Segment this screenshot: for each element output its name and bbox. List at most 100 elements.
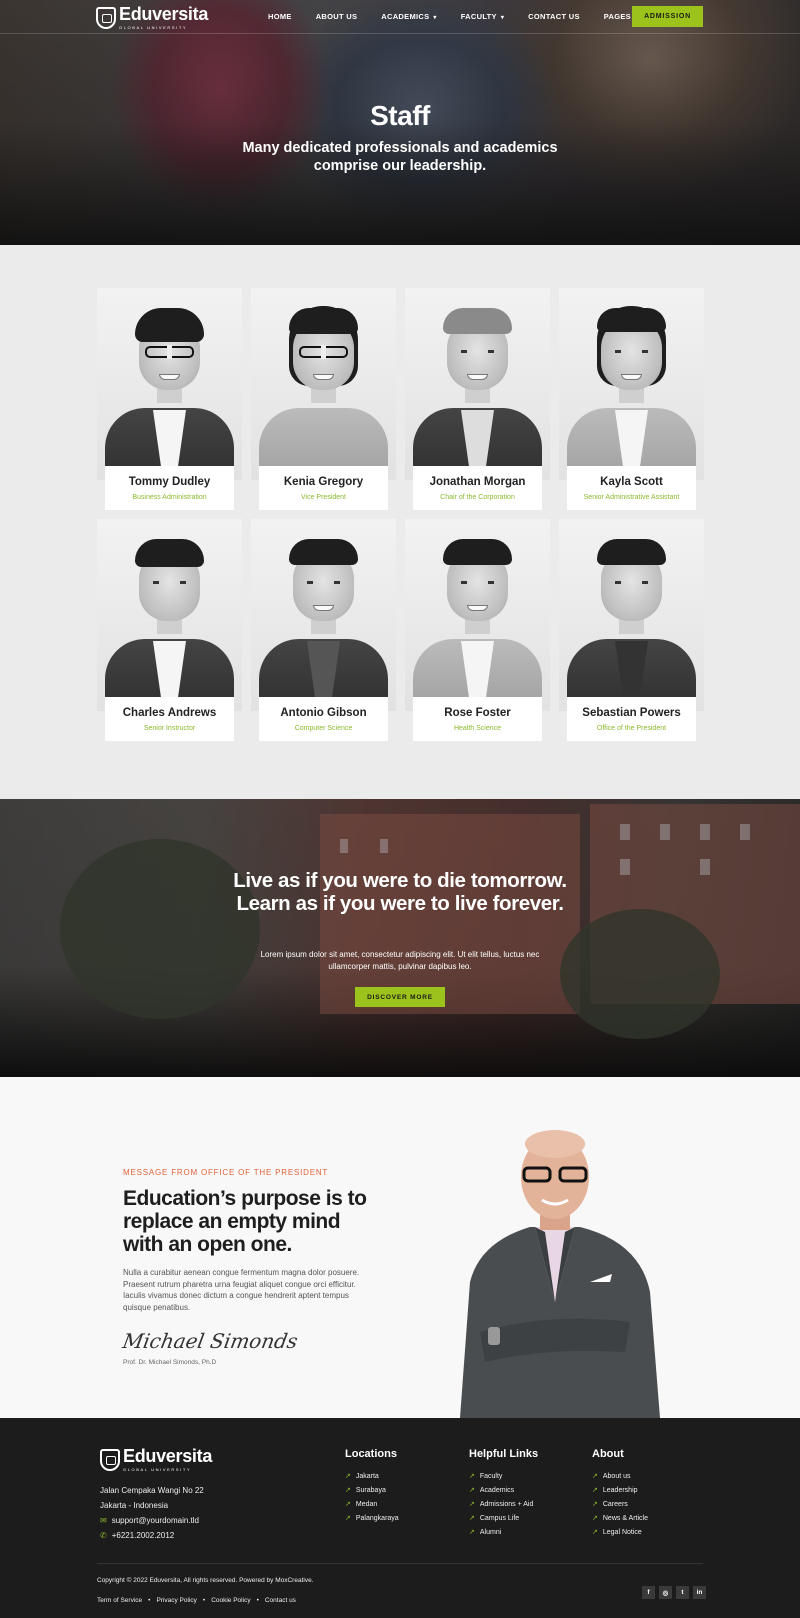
president-section: MESSAGE FROM OFFICE OF THE PRESIDENT Edu… bbox=[0, 1077, 800, 1418]
separator: • bbox=[202, 1597, 206, 1604]
twitter-icon[interactable]: t bbox=[676, 1586, 689, 1599]
instagram-icon[interactable]: ◎ bbox=[659, 1586, 672, 1599]
quote-section: Live as if you were to die tomorrow. Lea… bbox=[0, 799, 800, 1077]
nav-faculty[interactable]: FACULTY ▾ bbox=[461, 12, 504, 21]
footer-heading: Locations bbox=[345, 1448, 397, 1460]
linkedin-icon[interactable]: in bbox=[693, 1586, 706, 1599]
email-row[interactable]: ✉ support@yourdomain.tld bbox=[100, 1513, 204, 1528]
footer-link[interactable]: Campus Life bbox=[469, 1512, 538, 1526]
chevron-down-icon: ▾ bbox=[433, 15, 437, 21]
staff-card[interactable]: Jonathan Morgan Chair of the Corporation bbox=[405, 288, 550, 510]
staff-card[interactable]: Kayla Scott Senior Administrative Assista… bbox=[559, 288, 704, 510]
staff-name: Sebastian Powers bbox=[582, 707, 681, 719]
nav-academics[interactable]: ACADEMICS ▾ bbox=[381, 12, 436, 21]
president-title: Education’s purpose is to replace an emp… bbox=[123, 1187, 367, 1256]
copyright: Copyright © 2022 Eduversita, All rights … bbox=[97, 1577, 314, 1584]
logo-name: Eduversita bbox=[123, 1446, 213, 1466]
admission-button[interactable]: ADMISSION bbox=[632, 6, 703, 27]
staff-photo bbox=[405, 288, 550, 480]
staff-label: Rose Foster Health Science bbox=[413, 697, 542, 741]
president-name: Prof. Dr. Michael Simonds, Ph.D bbox=[123, 1359, 217, 1366]
staff-photo bbox=[405, 519, 550, 711]
staff-label: Charles Andrews Senior Instructor bbox=[105, 697, 234, 741]
shield-logo-icon bbox=[96, 7, 116, 29]
chevron-down-icon: ▾ bbox=[500, 15, 505, 21]
staff-label: Sebastian Powers Office of the President bbox=[567, 697, 696, 741]
footer-link[interactable]: Medan bbox=[345, 1498, 399, 1512]
staff-card[interactable]: Antonio Gibson Computer Science bbox=[251, 519, 396, 741]
separator: • bbox=[256, 1597, 259, 1604]
phone-icon: ✆ bbox=[100, 1531, 107, 1540]
staff-role: Office of the President bbox=[596, 725, 667, 732]
footer-link[interactable]: News & Article bbox=[592, 1512, 648, 1526]
nav-faculty-label: FACULTY bbox=[460, 12, 497, 21]
staff-section: Tommy Dudley Business Administration Keni… bbox=[0, 245, 800, 799]
main-menu: HOME ABOUT US ACADEMICS ▾ FACULTY ▾ CONTAC… bbox=[268, 12, 662, 21]
facebook-icon[interactable]: f bbox=[642, 1586, 655, 1599]
phone-row[interactable]: ✆ +6221.2002.2012 bbox=[100, 1528, 204, 1543]
site-logo[interactable]: Eduversita GLOBAL UNIVERSITY bbox=[96, 4, 209, 30]
tree bbox=[60, 839, 260, 1019]
footer-phone: +6221.2002.2012 bbox=[111, 1531, 175, 1540]
quote-title: Live as if you were to die tomorrow. Lea… bbox=[233, 869, 567, 915]
staff-name: Tommy Dudley bbox=[128, 476, 211, 488]
logo-name: Eduversita bbox=[119, 4, 209, 24]
staff-name: Antonio Gibson bbox=[280, 707, 367, 719]
legal-link[interactable]: Term of Service bbox=[97, 1597, 142, 1604]
nav-contact-us[interactable]: CONTACT US bbox=[528, 12, 580, 21]
footer-link[interactable]: Palangkaraya bbox=[345, 1512, 399, 1526]
footer-link[interactable]: Academics bbox=[469, 1484, 538, 1498]
staff-card[interactable]: Kenia Gregory Vice President bbox=[251, 288, 396, 510]
footer-locations: Locations Jakarta Surabaya Medan Palangk… bbox=[345, 1448, 399, 1526]
footer-contact: Jalan Cempaka Wangi No 22 Jakarta - Indo… bbox=[100, 1483, 204, 1543]
footer-link[interactable]: Admissions + Aid bbox=[469, 1498, 538, 1512]
staff-card[interactable]: Rose Foster Health Science bbox=[405, 519, 550, 741]
footer-link[interactable]: Legal Notice bbox=[592, 1526, 648, 1540]
footer-link[interactable]: Surabaya bbox=[345, 1484, 399, 1498]
staff-label: Tommy Dudley Business Administration bbox=[105, 466, 234, 510]
nav-pages-label: PAGES bbox=[603, 12, 631, 21]
staff-name: Kenia Gregory bbox=[283, 476, 364, 488]
nav-academics-label: ACADEMICS bbox=[381, 12, 430, 21]
staff-name: Kayla Scott bbox=[600, 476, 663, 488]
mail-icon: ✉ bbox=[100, 1516, 107, 1525]
staff-card[interactable]: Tommy Dudley Business Administration bbox=[97, 288, 242, 510]
staff-photo bbox=[251, 519, 396, 711]
page-subtitle: Many dedicated professionals and academi… bbox=[242, 140, 558, 174]
staff-label: Kayla Scott Senior Administrative Assista… bbox=[567, 466, 696, 510]
staff-label: Jonathan Morgan Chair of the Corporation bbox=[413, 466, 542, 510]
legal-links: Term of Service • Privacy Policy • Cookie … bbox=[97, 1597, 296, 1604]
footer-about: About About us Leadership Careers News &… bbox=[592, 1448, 648, 1540]
legal-link[interactable]: Contact us bbox=[265, 1597, 296, 1604]
social-links: f ◎ t in bbox=[642, 1586, 706, 1599]
footer-link[interactable]: Faculty bbox=[469, 1470, 538, 1484]
footer-link[interactable]: About us bbox=[592, 1470, 648, 1484]
footer-link[interactable]: Jakarta bbox=[345, 1470, 399, 1484]
logo-tagline: GLOBAL UNIVERSITY bbox=[119, 25, 188, 30]
staff-card[interactable]: Charles Andrews Senior Instructor bbox=[97, 519, 242, 741]
footer-link[interactable]: Careers bbox=[592, 1498, 648, 1512]
nav-about-us[interactable]: ABOUT US bbox=[316, 12, 358, 21]
staff-photo bbox=[559, 288, 704, 480]
nav-home[interactable]: HOME bbox=[268, 12, 292, 21]
footer-logo[interactable]: Eduversita GLOBAL UNIVERSITY bbox=[100, 1446, 213, 1472]
legal-link[interactable]: Cookie Policy bbox=[211, 1597, 250, 1604]
staff-photo bbox=[97, 288, 242, 480]
staff-photo bbox=[559, 519, 704, 711]
staff-role: Senior Instructor bbox=[143, 725, 196, 732]
footer-link[interactable]: Alumni bbox=[469, 1526, 538, 1540]
staff-role: Computer Science bbox=[294, 725, 353, 732]
staff-label: Kenia Gregory Vice President bbox=[259, 466, 388, 510]
staff-role: Chair of the Corporation bbox=[440, 494, 515, 501]
staff-photo bbox=[251, 288, 396, 480]
president-signature: Michael Simonds bbox=[120, 1329, 300, 1353]
legal-link[interactable]: Privacy Policy bbox=[156, 1597, 196, 1604]
logo-tagline: GLOBAL UNIVERSITY bbox=[123, 1467, 192, 1472]
staff-role: Vice President bbox=[300, 494, 346, 501]
discover-more-button[interactable]: DISCOVER MORE bbox=[355, 987, 445, 1007]
staff-name: Charles Andrews bbox=[122, 707, 217, 719]
footer-link[interactable]: Leadership bbox=[592, 1484, 648, 1498]
staff-card[interactable]: Sebastian Powers Office of the President bbox=[559, 519, 704, 741]
tree bbox=[560, 909, 720, 1039]
shield-logo-icon bbox=[100, 1449, 120, 1471]
